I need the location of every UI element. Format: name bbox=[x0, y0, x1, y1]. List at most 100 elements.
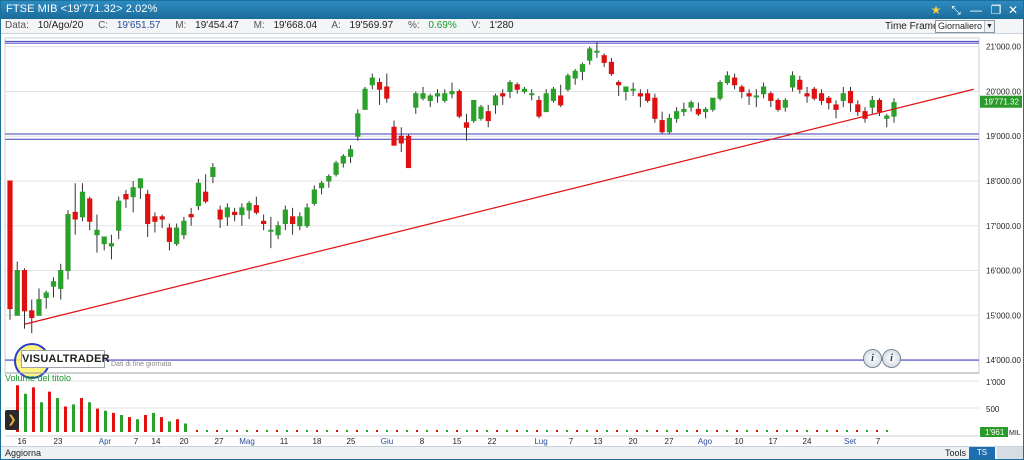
ts-off-button[interactable]: TS OFF bbox=[969, 447, 995, 459]
candle bbox=[347, 149, 354, 157]
candle bbox=[145, 193, 151, 225]
x-tick-label: 18 bbox=[313, 437, 322, 446]
x-tick-label: 20 bbox=[180, 437, 189, 446]
volume-bar bbox=[466, 430, 468, 432]
volume-bar bbox=[566, 430, 568, 432]
candle bbox=[884, 115, 890, 119]
candle bbox=[253, 205, 259, 213]
volume-bar bbox=[746, 430, 748, 432]
volume-bar bbox=[696, 430, 698, 432]
x-tick-label: 15 bbox=[453, 437, 462, 446]
candle bbox=[50, 281, 57, 287]
volume-bar bbox=[326, 430, 328, 432]
candle bbox=[174, 227, 180, 245]
close-icon[interactable]: ✕ bbox=[1003, 2, 1023, 18]
volume-bar bbox=[206, 430, 208, 432]
volume-bar bbox=[160, 417, 163, 432]
volume-bar bbox=[866, 430, 868, 432]
candle bbox=[818, 93, 825, 101]
x-tick-label: 10 bbox=[735, 437, 744, 446]
bottom-bar: Aggiorna Tools TS OFF bbox=[1, 446, 1023, 459]
minimize-icon[interactable]: — bbox=[966, 2, 986, 18]
candle bbox=[876, 99, 883, 113]
candle bbox=[768, 93, 774, 101]
chevron-down-icon[interactable]: ▼ bbox=[984, 21, 994, 32]
volume-bar bbox=[32, 387, 35, 432]
tools-button[interactable]: Tools bbox=[945, 448, 966, 458]
candle bbox=[101, 236, 107, 245]
candle bbox=[688, 102, 694, 108]
expand-arrow-icon[interactable]: ❯ bbox=[5, 410, 19, 430]
candle bbox=[224, 207, 230, 218]
candle bbox=[630, 88, 636, 91]
open-value: 19'569.97 bbox=[349, 20, 394, 31]
volume-bar bbox=[120, 415, 123, 432]
x-tick-label: 20 bbox=[629, 437, 638, 446]
candle bbox=[391, 126, 397, 146]
candle bbox=[710, 97, 716, 110]
x-tick-label: 7 bbox=[569, 437, 574, 446]
volume-bar bbox=[236, 430, 238, 432]
candle bbox=[333, 162, 339, 175]
candle bbox=[79, 191, 86, 218]
candle bbox=[558, 95, 564, 106]
candle bbox=[739, 86, 745, 92]
candle bbox=[116, 200, 122, 231]
volume-bar bbox=[676, 430, 678, 432]
volume-bar bbox=[112, 412, 115, 432]
x-tick-label: 23 bbox=[54, 437, 63, 446]
volume-bar bbox=[184, 423, 187, 432]
volume-bar bbox=[346, 430, 348, 432]
y-tick-label: 17'000.00 bbox=[986, 222, 1021, 231]
candle bbox=[427, 95, 433, 101]
candle bbox=[21, 270, 28, 312]
timeframe-select[interactable]: Giornaliero ▼ bbox=[935, 20, 995, 33]
candle bbox=[804, 93, 810, 97]
candle bbox=[405, 135, 412, 169]
candle bbox=[87, 198, 93, 222]
volume-bar bbox=[366, 430, 368, 432]
volume-bar bbox=[836, 430, 838, 432]
volume-bar bbox=[456, 430, 458, 432]
close-label: C: bbox=[98, 20, 109, 31]
candle bbox=[529, 93, 535, 96]
candle bbox=[217, 209, 223, 220]
price-chart[interactable]: 21'000.00 20'000.00 19'000.00 18'000.00 17'0… bbox=[1, 34, 1023, 446]
candle bbox=[195, 182, 201, 207]
volume-bar bbox=[756, 430, 758, 432]
volume-value: 1'280 bbox=[489, 20, 514, 31]
candle bbox=[318, 182, 325, 189]
candle bbox=[855, 104, 861, 113]
y-tick-label: 21'000.00 bbox=[986, 43, 1021, 52]
x-tick-label: 7 bbox=[134, 437, 139, 446]
volume-bar bbox=[276, 430, 278, 432]
volume-bar bbox=[506, 430, 508, 432]
volume-bar bbox=[806, 430, 808, 432]
volume-bar bbox=[646, 430, 648, 432]
info-icon[interactable]: i bbox=[863, 349, 882, 368]
candle bbox=[289, 216, 296, 225]
star-icon[interactable]: ★ bbox=[926, 2, 946, 18]
info-icon[interactable]: i bbox=[882, 349, 901, 368]
visualtrader-logo: VISUALTRADER bbox=[21, 350, 110, 368]
update-label[interactable]: Aggiorna bbox=[5, 448, 41, 458]
candle bbox=[232, 211, 238, 216]
volume-bar bbox=[716, 430, 718, 432]
volume-bar bbox=[152, 412, 155, 432]
volume-bar bbox=[556, 430, 558, 432]
candle bbox=[123, 193, 129, 200]
x-tick-label: 13 bbox=[594, 437, 603, 446]
min-label: M: bbox=[175, 20, 187, 31]
candle bbox=[500, 93, 506, 97]
volume-bar bbox=[726, 430, 728, 432]
candle bbox=[623, 86, 629, 92]
volume-bar bbox=[406, 430, 408, 432]
volume-bar bbox=[856, 430, 858, 432]
candle bbox=[14, 270, 20, 316]
candle bbox=[261, 220, 267, 225]
resize-icon[interactable]: ⤡ bbox=[946, 2, 966, 18]
volume-unit-label: MIL bbox=[1009, 430, 1021, 437]
timeframe-value: Giornaliero bbox=[938, 21, 983, 31]
volume-bar bbox=[356, 430, 358, 432]
candle bbox=[398, 135, 404, 144]
